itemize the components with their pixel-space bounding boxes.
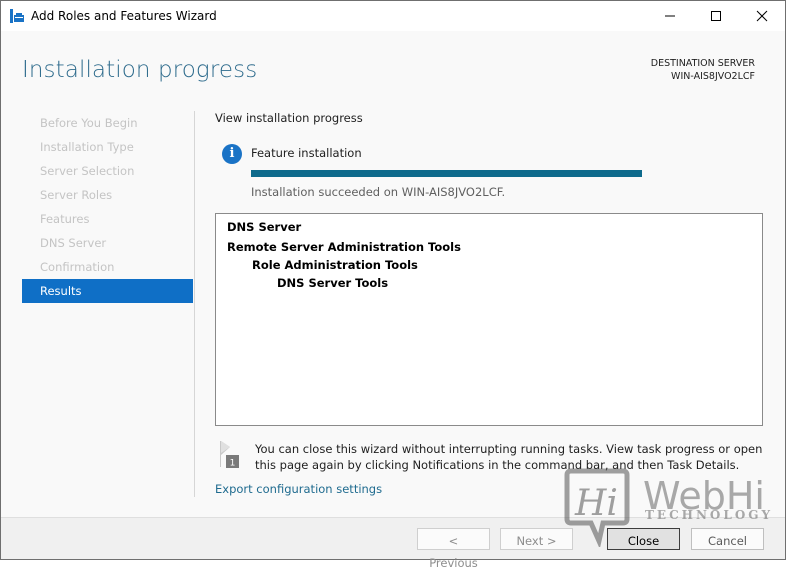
next-button[interactable]: Next >	[500, 528, 573, 550]
cancel-button[interactable]: Cancel	[691, 528, 764, 550]
maximize-button[interactable]	[693, 1, 739, 31]
close-icon	[756, 10, 768, 22]
nav-divider	[194, 111, 195, 497]
notification-badge: 1	[230, 459, 236, 469]
destination-server-name: WIN-AIS8JVO2LCF	[671, 71, 755, 82]
results-list: DNS Server Remote Server Administration …	[215, 213, 763, 426]
maximize-icon	[711, 11, 721, 21]
close-button[interactable]: Close	[607, 528, 680, 550]
watermark-brand-text: WebHi	[643, 474, 765, 518]
destination-label: DESTINATION SERVER	[650, 58, 755, 69]
installation-status-text: Installation succeeded on WIN-AIS8JVO2LC…	[251, 185, 506, 199]
window-title: Add Roles and Features Wizard	[31, 9, 217, 23]
result-item: DNS Server	[227, 220, 302, 234]
page-title: Installation progress	[22, 57, 258, 83]
nav-item-server-selection: Server Selection	[40, 164, 135, 178]
result-item: Remote Server Administration Tools	[227, 240, 461, 254]
feature-installation-label: Feature installation	[251, 146, 362, 160]
nav-item-confirmation: Confirmation	[40, 260, 115, 274]
nav-item-before-you-begin: Before You Begin	[40, 116, 138, 130]
server-manager-icon	[10, 9, 24, 23]
info-icon: i	[222, 144, 242, 164]
close-window-button[interactable]	[739, 1, 785, 31]
nav-item-installation-type: Installation Type	[40, 140, 134, 154]
result-item: DNS Server Tools	[277, 276, 389, 290]
installation-progress-bar	[251, 170, 642, 177]
wizard-window: Add Roles and Features Wizard Installati…	[0, 0, 786, 570]
progress-bar-fill	[251, 170, 642, 177]
nav-item-results[interactable]: Results	[22, 279, 193, 303]
section-label: View installation progress	[215, 111, 363, 125]
nav-item-features: Features	[40, 212, 90, 226]
notification-flag-icon: 1	[220, 441, 239, 469]
minimize-icon	[665, 15, 675, 17]
minimize-button[interactable]	[647, 1, 693, 31]
destination-server-info: DESTINATION SERVER WIN-AIS8JVO2LCF	[651, 57, 755, 83]
close-wizard-notice: You can close this wizard without interr…	[255, 442, 763, 472]
nav-item-dns-server: DNS Server	[40, 236, 107, 250]
previous-button[interactable]: < Previous	[417, 528, 490, 570]
wizard-steps-nav: Before You Begin Installation Type Serve…	[22, 111, 193, 303]
result-item: Role Administration Tools	[252, 258, 418, 272]
title-bar: Add Roles and Features Wizard	[1, 1, 785, 31]
nav-item-server-roles: Server Roles	[40, 188, 113, 202]
export-configuration-link[interactable]: Export configuration settings	[215, 482, 382, 496]
